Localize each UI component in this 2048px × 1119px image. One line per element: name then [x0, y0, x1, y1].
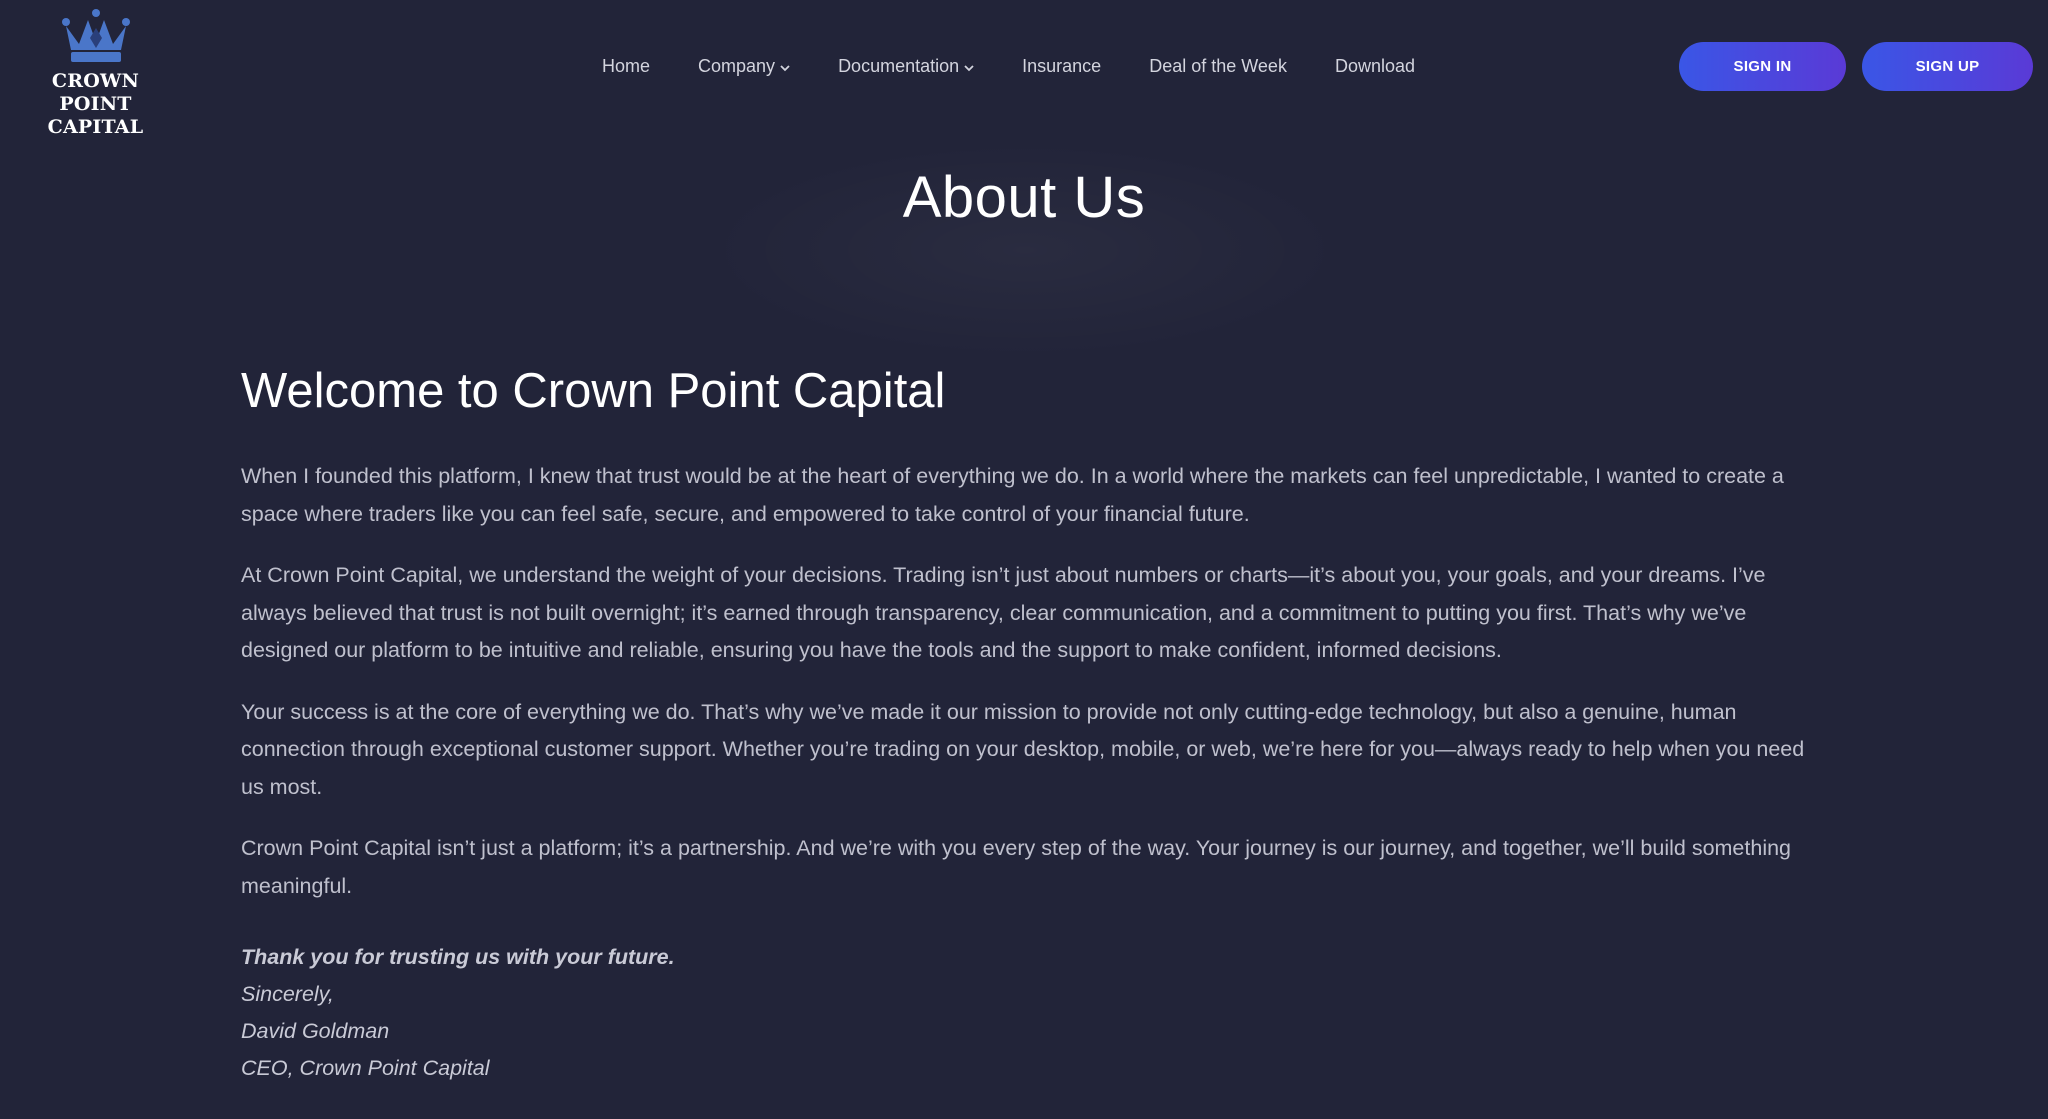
chevron-down-icon: [780, 56, 790, 77]
main-nav: Home Company Documentation Insurance Dea…: [602, 52, 1463, 80]
signoff-thanks: Thank you for trusting us with your futu…: [241, 945, 675, 969]
nav-item-label: Company: [698, 55, 776, 76]
nav-item-label: Insurance: [1022, 55, 1102, 76]
nav-item-insurance[interactable]: Insurance: [1022, 56, 1101, 77]
site-logo[interactable]: CROWN POINT CAPITAL: [18, 8, 173, 138]
crown-icon: [61, 8, 131, 64]
site-header: CROWN POINT CAPITAL Home Company Documen…: [0, 0, 2048, 138]
signoff-name: David Goldman: [241, 1019, 390, 1043]
nav-item-download[interactable]: Download: [1335, 56, 1415, 77]
nav-item-label: Home: [602, 55, 651, 76]
sign-up-button[interactable]: SIGN UP: [1862, 42, 2033, 91]
nav-item-label: Documentation: [838, 55, 960, 76]
nav-item-label: Deal of the Week: [1149, 55, 1287, 76]
chevron-down-icon: [964, 56, 974, 77]
about-paragraph-2: At Crown Point Capital, we understand th…: [241, 563, 1766, 662]
nav-item-company[interactable]: Company: [698, 56, 790, 77]
about-section: Welcome to Crown Point Capital When I fo…: [241, 362, 1806, 1087]
nav-item-label: Download: [1334, 55, 1416, 76]
page-title: About Us: [902, 165, 1146, 230]
sign-in-button[interactable]: SIGN IN: [1679, 42, 1846, 91]
logo-text: CROWN POINT CAPITAL: [18, 70, 173, 139]
logo-line-1: CROWN POINT: [51, 70, 140, 115]
section-heading: Welcome to Crown Point Capital: [241, 364, 946, 418]
signoff-title: CEO, Crown Point Capital: [241, 1056, 490, 1080]
nav-item-documentation[interactable]: Documentation: [838, 56, 974, 77]
nav-item-deal-of-the-week[interactable]: Deal of the Week: [1149, 56, 1287, 77]
about-paragraph-4: Crown Point Capital isn’t just a platfor…: [241, 836, 1792, 898]
signoff-closing: Sincerely,: [241, 982, 334, 1006]
about-paragraph-3: Your success is at the core of everythin…: [241, 699, 1805, 799]
nav-item-home[interactable]: Home: [602, 56, 650, 77]
logo-line-2: CAPITAL: [47, 116, 144, 138]
signoff: Thank you for trusting us with your futu…: [241, 939, 1806, 1087]
about-paragraph-1: When I founded this platform, I knew tha…: [241, 464, 1784, 526]
